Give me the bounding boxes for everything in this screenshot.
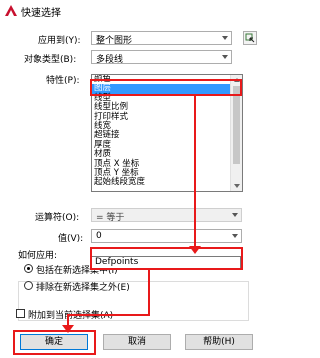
exclude-label[interactable]: 排除在新选择集之外(E) (36, 280, 130, 293)
apply-to-select[interactable]: 整个图形 (91, 31, 232, 46)
property-item-selected[interactable]: 图层 (92, 83, 231, 94)
operator-value: = 等于 (96, 213, 125, 223)
window-title: 快速选择 (21, 8, 61, 19)
value-select[interactable]: 0 (91, 229, 242, 243)
value-option-defpoints[interactable]: Defpoints (92, 257, 138, 268)
chevron-down-icon (222, 55, 228, 59)
apply-to-label: 应用到(Y): (38, 36, 81, 46)
object-type-select[interactable]: 多段线 (91, 50, 232, 65)
scroll-up-icon[interactable] (234, 78, 240, 82)
properties-listbox[interactable]: 颜色 图层 线型 线型比例 打印样式 线宽 超链接 厚度 材质 顶点 X 坐标 … (91, 74, 243, 192)
include-radio[interactable] (24, 264, 33, 273)
chevron-down-icon (232, 234, 238, 238)
operator-label: 运算符(O): (35, 213, 80, 223)
autocad-app-icon (5, 5, 17, 16)
exclude-radio[interactable] (24, 281, 33, 290)
select-objects-button[interactable] (243, 31, 257, 45)
annotation-arrow-head-icon (62, 325, 74, 333)
chevron-down-icon (232, 213, 238, 217)
properties-label: 特性(P): (46, 76, 80, 86)
chevron-down-icon (222, 36, 228, 40)
value-dropdown-list[interactable]: Defpoints (91, 256, 241, 269)
value-label: 值(V): (58, 234, 84, 244)
append-checkbox[interactable] (16, 309, 25, 318)
annotation-arrow-head-icon (189, 246, 201, 254)
title-bar: 快速选择 (0, 0, 276, 22)
value-current: 0 (96, 231, 102, 241)
ok-button[interactable]: 确定 (20, 334, 88, 350)
cancel-button[interactable]: 取消 (103, 334, 171, 350)
apply-to-value: 整个图形 (96, 36, 133, 46)
operator-select[interactable]: = 等于 (91, 208, 242, 223)
scrollbar-thumb[interactable] (233, 86, 240, 164)
help-button[interactable]: 帮助(H) (185, 334, 253, 350)
select-objects-icon (245, 33, 255, 43)
append-label[interactable]: 附加到当前选择集(A) (28, 308, 113, 321)
property-item[interactable]: 起始线段宽度 (94, 177, 145, 187)
properties-scrollbar[interactable] (230, 75, 242, 191)
object-type-value: 多段线 (96, 55, 124, 65)
object-type-label: 对象类型(B): (24, 55, 77, 65)
how-to-apply-label: 如何应用: (18, 251, 58, 261)
scroll-down-icon[interactable] (234, 184, 240, 188)
